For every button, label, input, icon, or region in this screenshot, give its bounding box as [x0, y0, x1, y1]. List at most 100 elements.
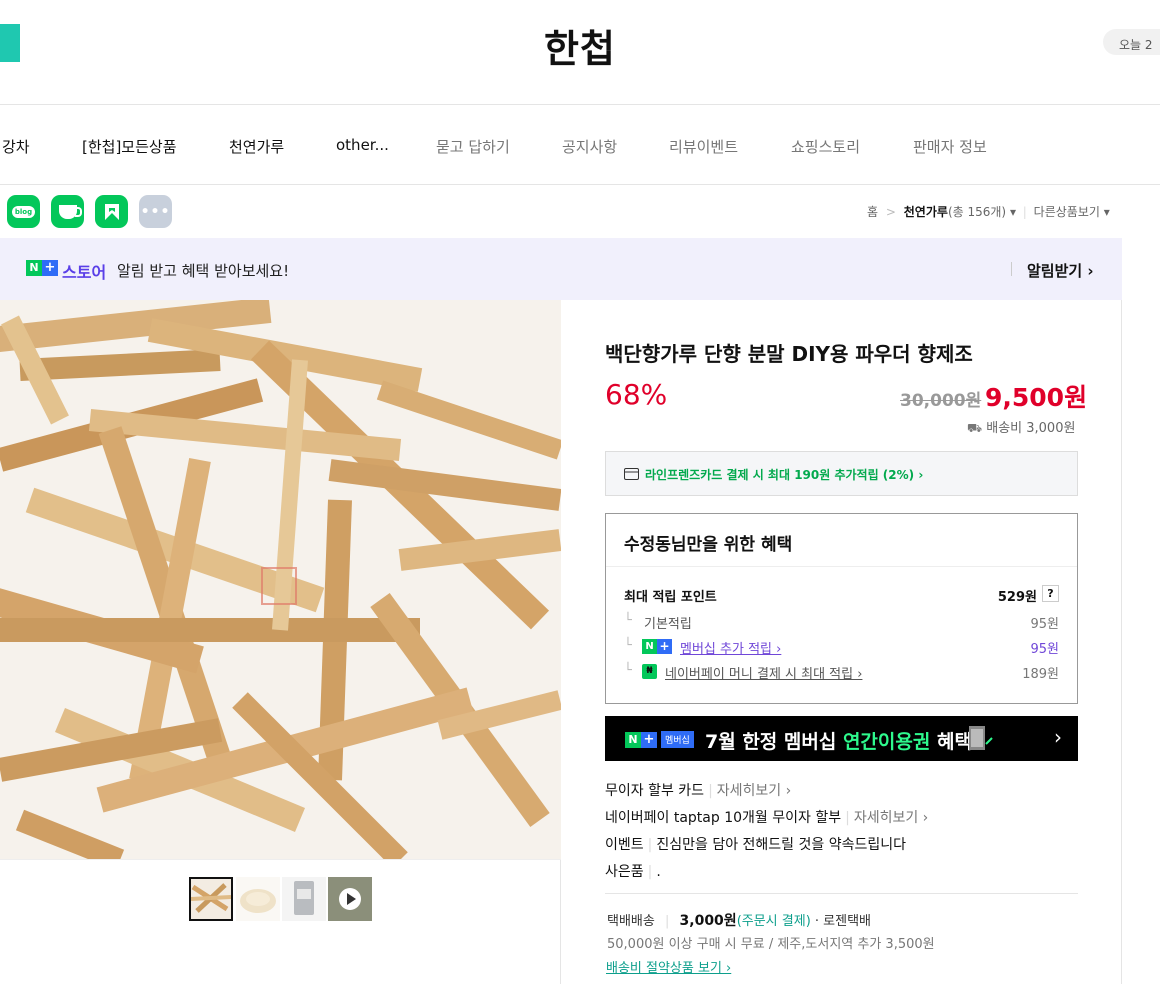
truck-icon: ⛟	[967, 421, 983, 435]
taptap-label: 네이버페이 taptap 10개월 무이자 할부	[605, 810, 842, 826]
naver-plus-badge: N + 멤버십	[625, 731, 694, 748]
breadcrumb-count: (총 156개)	[947, 205, 1007, 219]
nav-item-seller-info[interactable]: 판매자 정보	[913, 136, 987, 157]
basic-points-value: 95원	[1030, 617, 1059, 632]
membership-points-link[interactable]: 멤버십 추가 적립 ›	[680, 638, 781, 657]
shipping-pay-timing: (주문시 결제)	[736, 914, 811, 929]
other-products-link[interactable]: 다른상품보기	[1034, 205, 1100, 219]
subscribe-alert-button[interactable]: 알림받기 ›	[1027, 260, 1094, 281]
product-title: 백단향가루 단향 분말 DIY용 파우더 향제조	[605, 342, 973, 366]
nav-item-all-products[interactable]: [한첩]모든상품	[82, 136, 177, 157]
more-icon[interactable]: •••	[139, 195, 172, 228]
banner-highlight: 연간이용권	[842, 731, 931, 753]
thumb-sticks-image	[190, 879, 232, 919]
gift-row: 사은품 |.	[605, 864, 661, 880]
chevron-down-icon[interactable]: ▾	[1010, 205, 1016, 219]
shipping-cost: 3,000원	[679, 913, 737, 929]
sandalwood-sticks-image	[0, 300, 561, 859]
event-text: 진심만을 담아 전해드릴 것을 약속드립니다	[656, 837, 906, 853]
naver-plus-badge: N +	[642, 639, 672, 654]
help-icon[interactable]: ?	[1042, 585, 1059, 602]
nav-item-review-event[interactable]: 리뷰이벤트	[669, 136, 738, 157]
original-price: 30,000원	[900, 391, 982, 411]
divider	[605, 893, 1078, 894]
event-row: 이벤트 | 진심만을 담아 전해드릴 것을 약속드립니다	[605, 837, 906, 853]
ticket-icon	[969, 726, 993, 750]
max-points-label: 최대 적립 포인트	[624, 590, 717, 605]
membership-banner[interactable]: N + 멤버십 7월 한정 멤버십 연간이용권 혜택 ›	[605, 716, 1078, 761]
nav-item-qna[interactable]: 묻고 답하기	[436, 136, 510, 157]
blog-icon[interactable]: blog	[7, 195, 40, 228]
basic-points-label: 기본적립	[644, 617, 692, 632]
card-offer[interactable]: 라인프렌즈카드 결제 시 최대 190원 추가적립 (2%) ›	[605, 451, 1078, 496]
membership-banner-text: 7월 한정 멤버십 연간이용권 혜택	[705, 727, 972, 754]
naver-plus-badge: N +	[26, 260, 58, 276]
plus-icon: +	[42, 260, 58, 276]
today-visitor-badge: 오늘 2	[1103, 29, 1160, 55]
shipping-saving-link[interactable]: 배송비 절약상품 보기 ›	[606, 957, 731, 976]
naverpay-icon: ₦	[642, 664, 657, 679]
store-header: 한첩 오늘 2	[0, 0, 1160, 105]
naver-n-icon: N	[642, 639, 657, 654]
event-label: 이벤트	[605, 837, 644, 853]
thumb-powder-image	[236, 877, 280, 921]
cup-icon	[58, 204, 82, 219]
thumb-package-image	[282, 877, 326, 921]
nav-item-other[interactable]: other...	[336, 136, 389, 154]
shipping-method-row: 택배배송 | 3,000원(주문시 결제) · 로젠택배	[607, 913, 872, 929]
breadcrumb-category[interactable]: 천연가루	[904, 205, 948, 219]
nav-item-natural-powder[interactable]: 천연가루	[229, 136, 284, 157]
product-image-panel	[0, 300, 561, 984]
card-offer-text: 라인프렌즈카드 결제 시 최대 190원 추가적립 (2%) ›	[645, 468, 924, 482]
taptap-row: 네이버페이 taptap 10개월 무이자 할부 | 자세히보기 ›	[605, 810, 929, 826]
banner-text-part: 7월 한정 멤버십	[705, 731, 843, 753]
plus-icon: +	[657, 639, 672, 654]
plus-icon: +	[641, 731, 657, 748]
flag-icon	[104, 203, 119, 220]
play-icon	[328, 877, 372, 921]
cafe-icon[interactable]	[51, 195, 84, 228]
shipping-method: 택배배송	[607, 914, 655, 929]
shipping-note: 50,000원 이상 구매 시 무료 / 제주,도서지역 추가 3,500원	[607, 937, 935, 952]
naver-n-icon: N	[625, 731, 641, 748]
installment-label: 무이자 할부 카드	[605, 783, 705, 799]
npay-points-value: 189원	[1022, 667, 1059, 682]
gift-label: 사은품	[605, 864, 644, 880]
thumbnail-video[interactable]	[328, 877, 372, 921]
nav-item-shopping-story[interactable]: 쇼핑스토리	[791, 136, 860, 157]
gift-text: .	[656, 864, 661, 880]
naver-n-icon: N	[26, 260, 42, 276]
chevron-down-icon[interactable]: ▾	[1104, 205, 1110, 219]
nav-item-notice[interactable]: 공지사항	[562, 136, 617, 157]
breadcrumb: 홈 > 천연가루(총 156개) ▾ | 다른상품보기 ▾	[867, 205, 1110, 219]
divider	[606, 566, 1077, 567]
ellipsis-icon: •••	[140, 203, 171, 220]
notification-promo: N + 스토어 알림 받고 혜택 받아보세요! 알림받기 ›	[0, 238, 1122, 300]
credit-card-icon	[624, 468, 639, 480]
installment-detail-link[interactable]: 자세히보기 ›	[717, 783, 791, 799]
product-info-panel: 백단향가루 단향 분말 DIY용 파우더 향제조 68% 30,000원 9,5…	[561, 300, 1122, 984]
nav-item-tea[interactable]: 강차	[2, 136, 30, 157]
max-points-value: 529원	[997, 590, 1037, 605]
breadcrumb-sep: >	[885, 205, 896, 219]
shipping-fee: ⛟ 배송비 3,000원	[967, 417, 1075, 437]
thumbnail-3[interactable]	[282, 877, 326, 921]
thumbnail-1[interactable]	[189, 877, 233, 921]
thumbnail-2[interactable]	[236, 877, 280, 921]
product-main-image[interactable]	[0, 300, 561, 860]
blog-label: blog	[11, 205, 36, 218]
chevron-right-icon: ›	[1054, 725, 1062, 749]
shipping-fee-label: 배송비 3,000원	[986, 421, 1076, 436]
membership-points-value: 95원	[1030, 642, 1059, 657]
npay-points-link[interactable]: 네이버페이 머니 결제 시 최대 적립 ›	[665, 663, 862, 682]
breadcrumb-home[interactable]: 홈	[867, 205, 878, 219]
membership-badge: 멤버십	[661, 731, 694, 748]
taptap-detail-link[interactable]: 자세히보기 ›	[854, 810, 928, 826]
plus-store-label: 스토어	[62, 263, 107, 282]
talktalk-icon[interactable]	[95, 195, 128, 228]
store-title[interactable]: 한첩	[0, 18, 1160, 73]
sale-price: 9,500원	[985, 383, 1088, 412]
member-benefit-box: 수정동님만을 위한 혜택 최대 적립 포인트 529원 ? └ 기본적립 95원…	[605, 513, 1078, 704]
shipping-carrier: · 로젠택배	[814, 914, 872, 929]
divider	[1011, 262, 1012, 276]
